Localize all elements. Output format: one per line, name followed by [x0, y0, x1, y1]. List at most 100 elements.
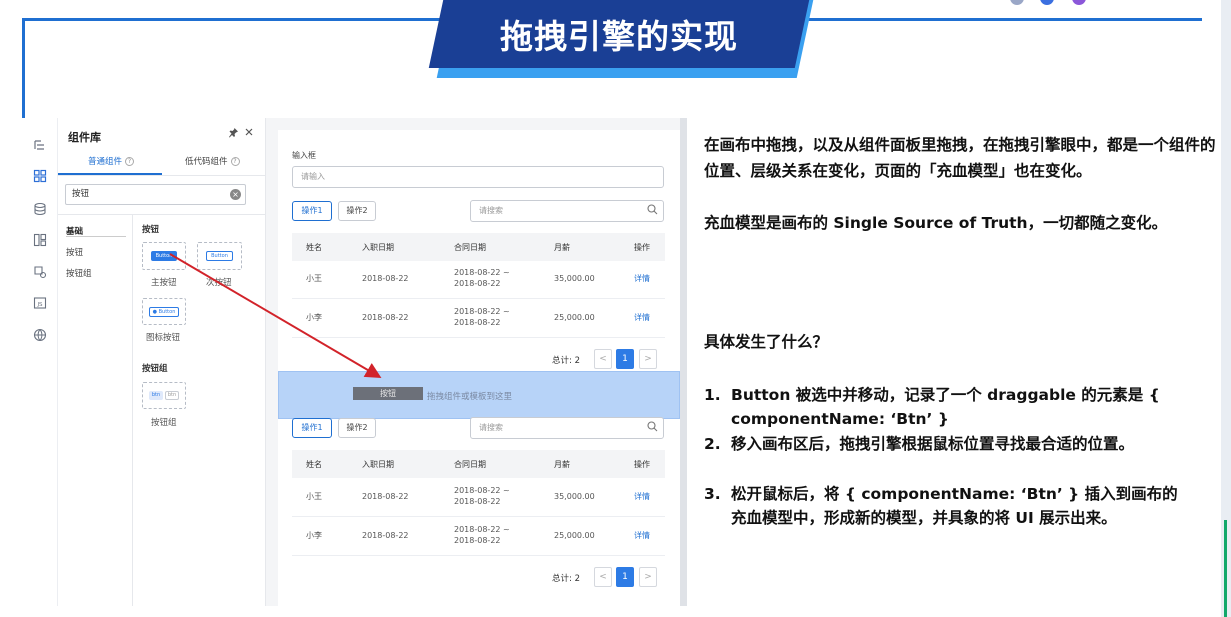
component-grid-icon[interactable] — [33, 169, 47, 183]
frame-right-accent — [1224, 520, 1227, 617]
component-search-input[interactable]: 按钮 — [65, 184, 246, 205]
primary-button-tile[interactable]: Button — [142, 242, 186, 270]
info-icon: ● — [152, 309, 158, 315]
globe-icon[interactable] — [33, 328, 47, 342]
help-icon: ? — [125, 157, 135, 166]
cell-contract-date: 2018-08-22 ~ 2018-08-22 — [454, 307, 510, 327]
panel-title: 组件库 — [68, 131, 101, 144]
row-divider — [292, 337, 665, 338]
cell-name: 小李 — [306, 531, 322, 540]
op2-button[interactable]: 操作2 — [338, 201, 376, 221]
detail-link[interactable]: 详情 — [634, 312, 650, 323]
notes-paragraph-2: 充血模型是画布的 Single Source of Truth，一切都随之变化。 — [704, 214, 1168, 232]
page-number-button[interactable]: 1 — [616, 567, 634, 587]
input-label: 输入框 — [292, 151, 316, 160]
notes-step: 3. 松开鼠标后，将 { componentName: ‘Btn’ } 插入到画布… — [704, 482, 1184, 530]
notes-paragraph-1: 在画布中拖拽，以及从组件面板里拖拽，在拖拽引擎眼中，都是一个组件的位置、层级关系… — [704, 136, 1216, 180]
group-label-button-group: 按钮组 — [142, 364, 168, 374]
svg-text:JS: JS — [36, 302, 43, 308]
column-header: 月薪 — [554, 460, 570, 469]
search-icon[interactable] — [647, 204, 658, 218]
secondary-button-tile[interactable]: Button — [197, 242, 242, 270]
close-icon[interactable] — [244, 127, 254, 140]
layout-icon[interactable] — [33, 233, 47, 247]
drag-ghost-button[interactable]: 按钮 — [353, 387, 423, 400]
op1-button[interactable]: 操作1 — [292, 201, 332, 221]
button-group-tile[interactable]: btn btn — [142, 382, 186, 409]
search-icon[interactable] — [647, 421, 658, 435]
column-header: 姓名 — [306, 243, 322, 252]
category-button[interactable]: 按钮 — [66, 246, 83, 258]
button-group-preview-left: btn — [149, 391, 163, 400]
icon-rail: JS — [22, 118, 58, 606]
table-header: 姓名 入职日期 合同日期 月薪 操作 — [292, 450, 665, 478]
cell-hire-date: 2018-08-22 — [362, 492, 409, 501]
notes-heading: 具体发生了什么？ — [704, 333, 829, 351]
pagination-total: 总计: 2 — [552, 356, 580, 366]
detail-link[interactable]: 详情 — [634, 273, 650, 284]
detail-link[interactable]: 详情 — [634, 530, 650, 541]
cell-salary: 35,000.00 — [554, 492, 595, 501]
editor-screenshot: JS 组件库 普通组件? 低代码组件? 按钮 × 基础 按钮 按钮组 按钮 Bu… — [22, 118, 687, 606]
next-page-button[interactable]: > — [639, 567, 657, 587]
op2-button[interactable]: 操作2 — [338, 418, 376, 438]
category-divider — [132, 215, 133, 606]
pin-icon[interactable] — [228, 127, 239, 141]
cell-contract-date: 2018-08-22 ~ 2018-08-22 — [454, 268, 510, 288]
notes-step: 2. 移入画布区后，拖拽引擎根据鼠标位置寻找最合适的位置。 — [704, 432, 1184, 456]
step-number: 3. — [704, 485, 721, 503]
column-header: 入职日期 — [362, 460, 394, 469]
page-number-button[interactable]: 1 — [616, 349, 634, 369]
column-header: 合同日期 — [454, 460, 486, 469]
primary-button-preview: Button — [151, 251, 177, 261]
slide: 拖拽引擎的实现 JS 组件库 普通组件 ? 低代码组件 ? 按钮 × 基础 按钮… — [0, 0, 1231, 617]
column-header: 月薪 — [554, 243, 570, 252]
table-search-input[interactable]: 请搜索 — [470, 200, 664, 222]
notes-step: 1. Button 被选中并移动，记录了一个 draggable 的元素是 { c… — [704, 383, 1184, 431]
detail-link[interactable]: 详情 — [634, 491, 650, 502]
prev-page-button[interactable]: < — [594, 349, 612, 369]
table-header: 姓名 入职日期 合同日期 月薪 操作 — [292, 233, 665, 261]
next-page-button[interactable]: > — [639, 349, 657, 369]
canvas: 输入框 请输入 操作1 操作2 请搜索 姓名 入职日期 合同日期 月薪 操作 小… — [278, 130, 680, 606]
cell-hire-date: 2018-08-22 — [362, 313, 409, 322]
category-underline — [66, 236, 126, 237]
js-icon[interactable]: JS — [33, 296, 47, 310]
cell-contract-date: 2018-08-22 ~ 2018-08-22 — [454, 525, 510, 545]
drop-zone[interactable]: 拖拽组件或模板到这里 按钮 — [278, 371, 680, 419]
secondary-button-label: 次按钮 — [206, 278, 232, 288]
clear-icon[interactable]: × — [230, 189, 241, 200]
column-header: 操作 — [634, 460, 650, 469]
primary-button-label: 主按钮 — [151, 278, 177, 288]
icon-button-tile[interactable]: ● Button — [142, 298, 186, 325]
cell-salary: 35,000.00 — [554, 274, 595, 283]
pagination-total: 总计: 2 — [552, 574, 580, 584]
tab-divider — [58, 175, 266, 176]
panel-divider — [58, 214, 266, 215]
op1-button[interactable]: 操作1 — [292, 418, 332, 438]
database-icon[interactable] — [33, 202, 47, 216]
icon-button-preview: ● Button — [149, 307, 179, 317]
cell-hire-date: 2018-08-22 — [362, 531, 409, 540]
tab-normal-components[interactable]: 普通组件? — [88, 155, 135, 167]
tab-lowcode-components[interactable]: 低代码组件? — [185, 155, 240, 167]
button-group-preview-right: btn — [165, 391, 179, 400]
canvas-text-input[interactable]: 请输入 — [292, 166, 664, 188]
prev-page-button[interactable]: < — [594, 567, 612, 587]
cell-salary: 25,000.00 — [554, 313, 595, 322]
column-header: 入职日期 — [362, 243, 394, 252]
outline-tree-icon[interactable] — [33, 138, 47, 152]
cell-name: 小李 — [306, 313, 322, 322]
cell-contract-date: 2018-08-22 ~ 2018-08-22 — [454, 486, 510, 506]
help-icon: ? — [230, 157, 240, 166]
slide-title: 拖拽引擎的实现 — [500, 17, 738, 56]
column-header: 姓名 — [306, 460, 322, 469]
cell-salary: 25,000.00 — [554, 531, 595, 540]
canvas-scrollbar[interactable] — [680, 118, 687, 606]
drop-zone-hint: 拖拽组件或模板到这里 — [427, 392, 513, 402]
cell-hire-date: 2018-08-22 — [362, 274, 409, 283]
table-search-input[interactable]: 请搜索 — [470, 417, 664, 439]
icon-button-label: 图标按钮 — [146, 333, 181, 343]
category-button-group[interactable]: 按钮组 — [66, 267, 92, 279]
shape-icon[interactable] — [33, 265, 47, 279]
